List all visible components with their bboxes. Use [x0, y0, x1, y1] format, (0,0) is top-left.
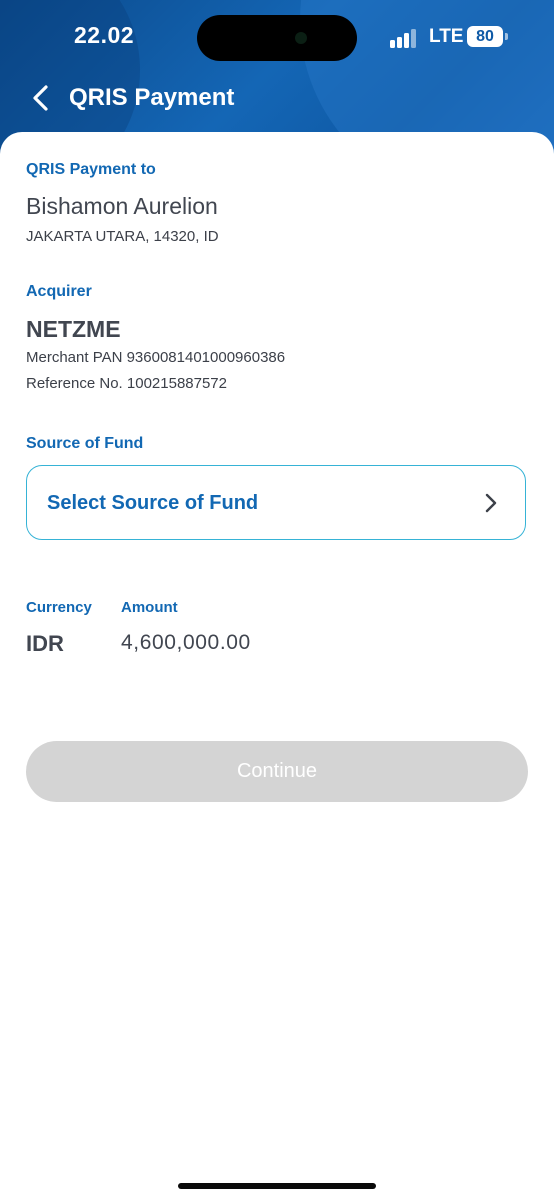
page-title: QRIS Payment	[69, 84, 235, 111]
battery-icon: 80	[467, 26, 503, 47]
chevron-right-icon	[485, 493, 497, 513]
currency-value: IDR	[26, 631, 64, 656]
source-of-fund-select-label: Select Source of Fund	[47, 492, 259, 514]
amount-value: 4,600,000.00	[121, 631, 251, 654]
dynamic-island	[197, 15, 357, 61]
merchant-location: JAKARTA UTARA, 14320, ID	[26, 228, 219, 245]
payment-to-label: QRIS Payment to	[26, 161, 156, 178]
chevron-left-icon	[33, 85, 48, 111]
back-button[interactable]	[28, 82, 58, 114]
network-type: LTE	[429, 26, 464, 47]
amount-label: Amount	[121, 599, 178, 616]
status-time: 22.02	[74, 22, 135, 48]
home-indicator[interactable]	[178, 1183, 376, 1189]
signal-strength-icon	[390, 28, 420, 48]
source-of-fund-label: Source of Fund	[26, 435, 144, 452]
merchant-name: Bishamon Aurelion	[26, 193, 218, 219]
reference-number: Reference No. 100215887572	[26, 375, 227, 392]
currency-label: Currency	[26, 599, 92, 616]
acquirer-label: Acquirer	[26, 283, 92, 300]
continue-button[interactable]: Continue	[26, 741, 528, 802]
battery-tip	[505, 33, 508, 40]
merchant-pan: Merchant PAN 9360081401000960386	[26, 349, 286, 366]
camera-dot	[295, 32, 307, 44]
acquirer-name: NETZME	[26, 316, 121, 342]
source-of-fund-selector[interactable]: Select Source of Fund	[26, 465, 526, 540]
